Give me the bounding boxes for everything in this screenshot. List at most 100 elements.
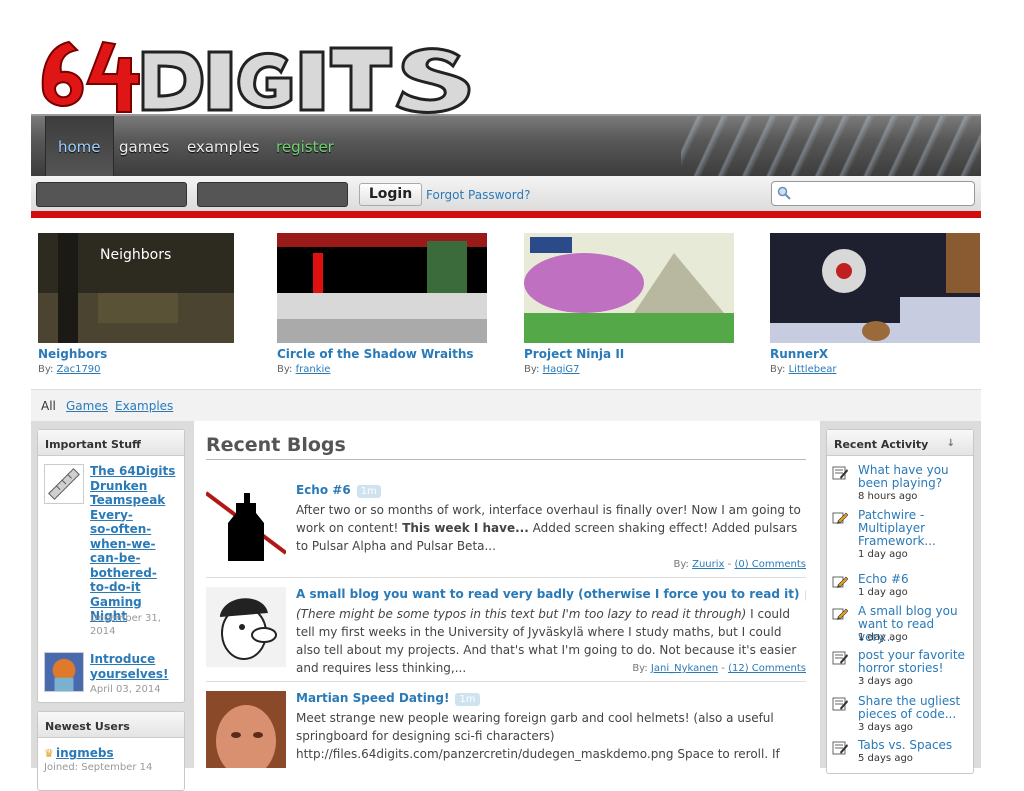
link-line: when-we- (90, 536, 156, 551)
blog-post: Martian Speed Dating! 1m Meet strange new… (206, 691, 806, 768)
blog-post-excerpt: After two or so months of work, interfac… (296, 501, 806, 555)
by-label: By: (673, 559, 689, 570)
tab-register[interactable]: register (264, 116, 346, 176)
pencil-icon (832, 576, 848, 588)
activity-time: 5 days ago (858, 753, 913, 764)
activity-link[interactable]: post your favorite horror stories! (858, 649, 970, 675)
main-content: Recent Blogs Echo #6 1m After two or so m… (206, 421, 806, 768)
link-line: The 64Digits (90, 464, 176, 478)
by-label: By: (38, 364, 54, 375)
game-title[interactable]: Neighbors (38, 347, 107, 361)
item-date: April 03, 2014 (90, 684, 161, 695)
game-thumbnail-project-ninja-ii[interactable] (524, 233, 734, 343)
activity-time: 1 day ago (858, 587, 908, 598)
panel-heading: Important Stuff (38, 430, 184, 456)
blog-icon (832, 466, 848, 480)
tab-games[interactable]: games (107, 116, 181, 176)
game-thumbnail-circle-of-the-shadow-wraiths[interactable] (277, 233, 487, 343)
game-title[interactable]: RunnerX (770, 347, 828, 361)
forgot-password-link[interactable]: Forgot Password? (426, 188, 530, 202)
link-line: Framework... (858, 534, 936, 548)
blog-post-excerpt: Meet strange new people wearing foreign … (296, 711, 780, 768)
blog-icon (832, 697, 848, 711)
blog-post-title[interactable]: Echo #6 1m (296, 483, 381, 498)
item-date: December 31, 2014 (90, 612, 161, 638)
game-author-link[interactable]: Zac1790 (57, 364, 101, 375)
comments-link[interactable]: (12) Comments (728, 663, 806, 674)
activity-time: 3 days ago (858, 676, 913, 687)
game-byline: By: Zac1790 (38, 364, 101, 375)
link-line: so-often- (90, 522, 152, 536)
blog-post-title[interactable]: A small blog you want to read very badly… (296, 587, 806, 602)
ruler-icon (44, 464, 84, 504)
blog-post-title[interactable]: Martian Speed Dating! 1m (296, 691, 480, 706)
game-author-link[interactable]: frankie (296, 364, 331, 375)
activity-link[interactable]: Share the ugliest pieces of code... (858, 695, 970, 721)
activity-link[interactable]: Echo #6 (858, 573, 970, 586)
link-line: Drunken (90, 478, 148, 493)
activity-link[interactable]: Patchwire - Multiplayer Framework... (858, 509, 970, 548)
page-title: Recent Blogs (206, 434, 346, 456)
date-line: December 31, (90, 613, 161, 624)
important-item-link[interactable]: The 64Digits Drunken Teamspeak Every- so… (90, 464, 182, 624)
panel-heading: Recent Activity ↓ (827, 430, 973, 456)
thumbnail-caption: Neighbors (100, 247, 171, 263)
link-line: Echo #6 (858, 572, 909, 586)
filter-all[interactable]: All (41, 399, 56, 413)
post-meta: By: Jani_Nykanen - (12) Comments (632, 663, 806, 674)
by-label: By: (524, 364, 540, 375)
activity-link[interactable]: What have you been playing? (858, 464, 970, 490)
divider (206, 459, 806, 460)
age-badge: 1m (356, 485, 381, 498)
list-item: The 64Digits Drunken Teamspeak Every- so… (44, 464, 184, 644)
separator: - (721, 663, 725, 674)
tab-home[interactable]: home (45, 116, 114, 176)
filter-games[interactable]: Games (66, 399, 108, 413)
game-thumbnail-runnerx[interactable] (770, 233, 980, 343)
password-field[interactable] (197, 182, 348, 207)
game-byline: By: Littlebear (770, 364, 836, 375)
user-avatar[interactable] (206, 483, 286, 563)
game-title[interactable]: Circle of the Shadow Wraiths (277, 347, 474, 361)
activity-time: 1 day ago (858, 549, 908, 560)
site-logo[interactable] (39, 38, 479, 114)
user-avatar[interactable] (206, 691, 286, 768)
list-item: Introduce yourselves! April 03, 2014 (44, 652, 184, 698)
username-field[interactable] (36, 182, 187, 207)
by-label: By: (770, 364, 786, 375)
game-author-link[interactable]: Littlebear (789, 364, 837, 375)
game-byline: By: frankie (277, 364, 330, 375)
left-sidebar: Important Stuff The 64Digits Drunken Tea… (31, 421, 194, 791)
user-avatar[interactable] (206, 587, 286, 667)
author-link[interactable]: Zuurix (692, 559, 724, 570)
newest-users-panel: Newest Users ♛ ingmebs Joined: September … (37, 711, 185, 791)
age-badge: 1m (455, 693, 480, 706)
login-bar: Login Forgot Password? (31, 176, 981, 212)
game-byline: By: HagiG7 (524, 364, 580, 375)
search-icon (777, 186, 791, 200)
link-line: can-be- (90, 551, 141, 565)
main-nav: home games examples register (31, 114, 981, 176)
page: home games examples register Login Forgo… (31, 0, 981, 791)
age-badge: 3m (805, 589, 806, 602)
game-author-link[interactable]: HagiG7 (543, 364, 580, 375)
search-input[interactable] (771, 181, 975, 206)
comments-link[interactable]: (0) Comments (734, 559, 806, 570)
filter-examples[interactable]: Examples (115, 399, 173, 413)
game-title[interactable]: Project Ninja II (524, 347, 624, 361)
crown-icon: ♛ (44, 747, 54, 760)
by-label: By: (632, 663, 648, 674)
important-item-link[interactable]: Introduce yourselves! (90, 652, 182, 681)
login-button[interactable]: Login (359, 183, 422, 206)
separator: - (727, 559, 732, 570)
pencil-icon (832, 512, 848, 524)
arrow-down-icon[interactable]: ↓ (947, 438, 955, 449)
link-line: Introduce (90, 652, 156, 666)
date-line: 2014 (90, 626, 116, 637)
game-thumbnail-neighbors[interactable]: Neighbors (38, 233, 234, 343)
activity-time: 1 day ago (858, 632, 908, 643)
tab-examples[interactable]: examples (175, 116, 271, 176)
newest-user-link[interactable]: ♛ ingmebs (44, 746, 114, 760)
author-link[interactable]: Jani_Nykanen (651, 663, 718, 674)
activity-link[interactable]: Tabs vs. Spaces (858, 739, 970, 752)
